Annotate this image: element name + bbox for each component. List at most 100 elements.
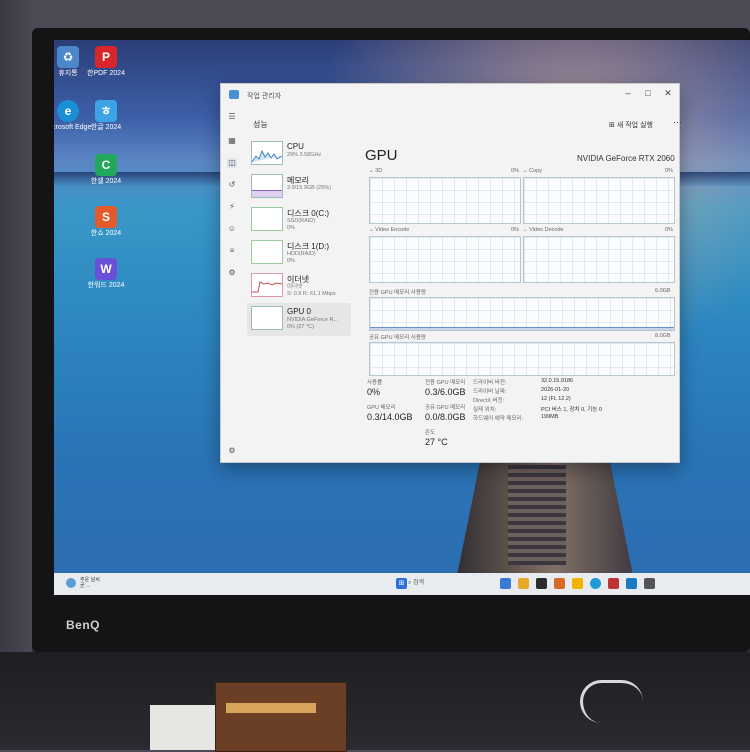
taskbar-app-icon[interactable] <box>554 578 565 589</box>
engine-3d-name: 3D <box>375 168 383 174</box>
run-task-icon: ⊞ <box>609 122 617 129</box>
shared-memory-graph <box>369 342 675 376</box>
taskbar-app-icon[interactable] <box>500 578 511 589</box>
engine-3d-label: ⌄ 3D <box>369 168 383 174</box>
taskbar-app-icon[interactable] <box>608 578 619 589</box>
desktop-icon-hanword[interactable]: W 한워드 2024 <box>76 258 136 290</box>
engine-decode-label: ⌄ Video Decode <box>523 227 564 233</box>
background-wall <box>0 0 32 750</box>
engine-decode-value: 0% <box>665 227 673 233</box>
pier-stairs <box>508 465 566 565</box>
app-history-icon[interactable]: ↺ <box>227 180 237 190</box>
desktop-icon-hancell[interactable]: C 한셀 2024 <box>76 154 136 186</box>
taskbar-app-icon[interactable] <box>626 578 637 589</box>
performance-icon[interactable]: ◫ <box>227 158 237 168</box>
utilization-value: 0% <box>367 387 381 397</box>
users-icon[interactable]: ☺ <box>227 224 237 234</box>
gpu-memory-label: GPU 메모리 <box>367 405 396 411</box>
directx-version-label: DirectX 버전: <box>473 398 505 404</box>
driver-date-value: 2026-01-20 <box>541 387 570 393</box>
run-new-task-button[interactable]: ⊞ 새 작업 실행 <box>609 120 653 130</box>
startup-apps-icon[interactable]: ⚡ <box>227 202 237 212</box>
desktop-icon-hangul[interactable]: ㅎ 한글 2024 <box>76 100 136 132</box>
box-label <box>226 703 316 713</box>
sidebar-item-sub1: HDD(RAID) <box>287 251 316 257</box>
taskbar-app-icon[interactable] <box>536 578 547 589</box>
engine-copy-name: Copy <box>529 168 542 174</box>
gpu-heading: GPU <box>365 147 398 164</box>
sidebar-item-disk1[interactable]: 디스크 1(D:) HDD(RAID) 0% <box>247 237 351 270</box>
settings-icon[interactable]: ⚙ <box>227 446 237 456</box>
sidebar-item-sub: NVIDIA GeForce R... 0% (27 °C) <box>287 317 338 331</box>
start-button-icon[interactable]: ⊞ <box>396 578 407 589</box>
dedicated-memory-graph <box>369 297 675 331</box>
edge-taskbar-icon[interactable] <box>590 578 601 589</box>
details-icon[interactable]: ≡ <box>227 246 237 256</box>
cable <box>580 680 643 723</box>
minimize-button[interactable]: – <box>621 88 635 98</box>
taskbar-search[interactable]: ⌕ 검색 <box>408 578 478 589</box>
desktop-icon-label: 한워드 2024 <box>87 282 125 289</box>
disk1-thumbnail-graph <box>251 240 283 264</box>
driver-version-label: 드라이버 버전: <box>473 380 507 386</box>
maximize-button[interactable]: □ <box>641 88 655 98</box>
sidebar-item-sub2: S: 0.9 R: 61.1 Mbps <box>287 291 336 297</box>
cpu-thumbnail-graph <box>251 141 283 165</box>
sidebar-item-name: CPU <box>287 142 304 151</box>
engine-decode-name: Video Decode <box>529 227 564 233</box>
sidebar-item-sub2: 0% <box>287 258 295 264</box>
services-icon[interactable]: ⚙ <box>227 268 237 278</box>
shared-memory-label: 공유 GPU 메모리 사용량 <box>369 335 426 341</box>
driver-version-value: 32.0.15.9186 <box>541 378 574 384</box>
task-manager-taskbar-icon[interactable] <box>644 578 655 589</box>
sidebar-item-sub1: SSD(RAID) <box>287 218 316 224</box>
sidebar-item-disk0[interactable]: 디스크 0(C:) SSD(RAID) 0% <box>247 204 351 237</box>
sidebar-item-name: GPU 0 <box>287 307 312 316</box>
hanshow-icon: S <box>95 206 117 228</box>
shared-stat-value: 0.0/8.0GB <box>425 412 466 422</box>
ethernet-thumbnail-graph <box>251 273 283 297</box>
engine-copy-label: ⌄ Copy <box>523 168 542 174</box>
run-task-label: 새 작업 실행 <box>616 122 653 129</box>
sidebar-item-sub: SSD(RAID) 0% <box>287 218 315 232</box>
sidebar-item-sub1: NVIDIA GeForce R... <box>287 317 339 323</box>
disk0-thumbnail-graph <box>251 207 283 231</box>
sidebar-item-gpu0[interactable]: GPU 0 NVIDIA GeForce R... 0% (27 °C) <box>247 303 351 336</box>
sidebar-item-sub: 3.9/15.9GB (25%) <box>287 185 332 191</box>
title-bar[interactable]: 작업 관리자 – □ ✕ <box>221 84 679 106</box>
gpu-thumbnail-graph <box>251 306 283 330</box>
desktop-icon-label: 한셀 2024 <box>90 178 122 185</box>
taskbar: 추운 날씨 곧 ... ⊞ ⌕ 검색 <box>54 573 750 595</box>
sidebar-item-cpu[interactable]: CPU 29% 3.58GHz <box>247 138 351 171</box>
sidebar-item-sub2: 0% <box>287 225 295 231</box>
search-placeholder: 검색 <box>413 580 425 586</box>
desktop-icon-hanshow[interactable]: S 한쇼 2024 <box>76 206 136 238</box>
file-explorer-icon[interactable] <box>572 578 583 589</box>
processes-icon[interactable]: ▦ <box>227 136 237 146</box>
sidebar-item-sub: 이더넷 S: 0.9 R: 61.1 Mbps <box>287 284 336 298</box>
hamburger-menu-icon[interactable]: ☰ <box>227 112 237 122</box>
shared-memory-max: 8.0GB <box>655 333 671 339</box>
engine-decode-graph <box>523 236 675 283</box>
reserved-memory-value: 199MB <box>541 414 559 420</box>
sidebar-item-memory[interactable]: 메모리 3.9/15.9GB (25%) <box>247 171 351 204</box>
task-manager-app-icon <box>229 90 239 99</box>
temperature-value: 27 °C <box>425 437 448 447</box>
more-options-button[interactable]: ··· <box>673 117 682 127</box>
shared-stat-label: 공유 GPU 메모리 <box>425 405 466 411</box>
engine-3d-graph <box>369 177 521 224</box>
sidebar-item-sub: HDD(RAID) 0% <box>287 251 316 265</box>
desktop-icon-pdf[interactable]: P 한PDF 2024 <box>76 46 136 78</box>
sidebar-item-ethernet[interactable]: 이더넷 이더넷 S: 0.9 R: 61.1 Mbps <box>247 270 351 303</box>
weather-widget[interactable]: 추운 날씨 곧 ... <box>80 577 100 589</box>
white-box <box>150 705 220 750</box>
task-manager-window: 작업 관리자 – □ ✕ ☰ ▦ ◫ ↺ ⚡ ☺ ≡ ⚙ ⚙ 성능 ⊞ 새 작업… <box>220 83 682 463</box>
sidebar-item-sub1: 이더넷 <box>287 284 303 290</box>
physical-location-label: 실제 위치: <box>473 407 497 413</box>
hancell-icon: C <box>95 154 117 176</box>
utilization-label: 사용률 <box>367 380 383 386</box>
taskbar-app-icon[interactable] <box>518 578 529 589</box>
page-title: 성능 <box>253 120 268 129</box>
close-button[interactable]: ✕ <box>661 88 675 99</box>
weather-icon[interactable] <box>66 578 76 588</box>
